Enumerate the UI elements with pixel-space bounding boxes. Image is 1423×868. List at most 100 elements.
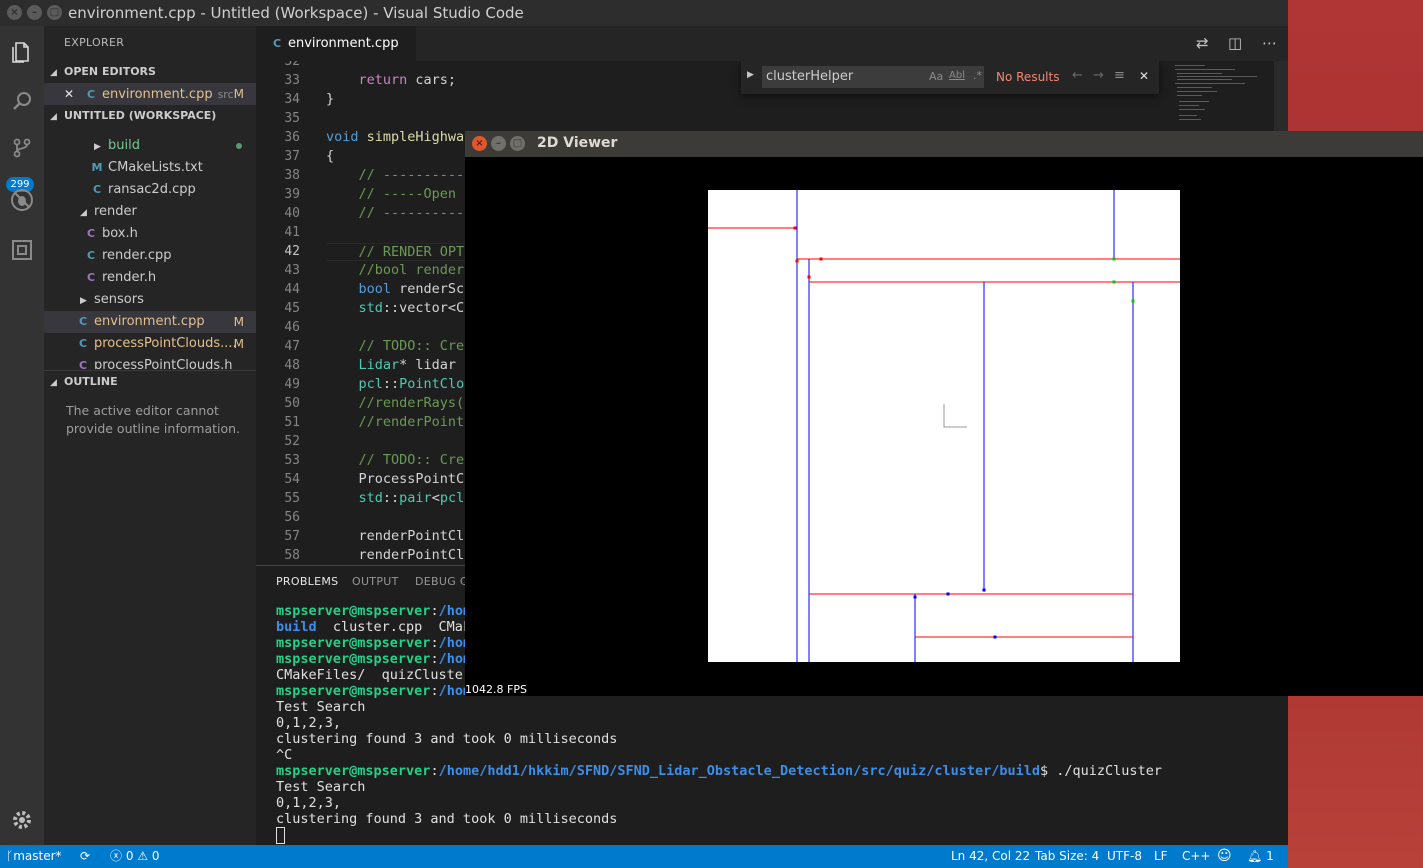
fps-counter: 1042.8 FPS — [465, 683, 527, 696]
cpp-file-icon: C — [86, 249, 96, 262]
code-line: // -----Open — [358, 186, 457, 202]
tree-item-label: processPointClouds.... — [94, 336, 237, 351]
data-point — [946, 592, 950, 596]
feedback-icon[interactable]: ☺ — [1217, 845, 1232, 868]
viewer-maximize-button[interactable]: □ — [510, 136, 525, 151]
line-number: 35 — [284, 111, 300, 126]
code-line: pcl::PointClo — [358, 376, 465, 392]
tree-item-render-h[interactable]: Crender.h — [44, 267, 256, 289]
language-mode[interactable]: C++ — [1182, 845, 1211, 868]
gear-icon[interactable] — [6, 804, 38, 836]
viewer-close-button[interactable]: × — [472, 136, 487, 151]
open-editor-item[interactable]: ✕ Cenvironment.cpp src M — [44, 83, 256, 105]
tree-item-label: box.h — [102, 226, 138, 241]
outline-message: The active editor cannot provide outline… — [66, 403, 241, 436]
code-line: } — [326, 91, 335, 107]
terminal-line: ^C — [276, 747, 293, 763]
viewer-title: 2D Viewer — [537, 135, 618, 151]
data-point — [1112, 280, 1116, 284]
tab-size[interactable]: Tab Size: 4 — [1035, 845, 1099, 868]
maximize-window-button[interactable]: □ — [47, 5, 62, 20]
terminal-line: Test Search — [276, 699, 366, 715]
data-point — [993, 635, 997, 639]
workspace-label: UNTITLED (WORKSPACE) — [64, 109, 217, 122]
open-editors-header[interactable]: ◢ OPEN EDITORS — [44, 61, 256, 83]
chevron-right-icon[interactable]: ▶ — [747, 70, 754, 80]
terminal-line: mspserver@mspserver:/hom — [276, 635, 472, 651]
tree-item-render-cpp[interactable]: Crender.cpp — [44, 245, 256, 267]
line-number: 54 — [284, 472, 300, 487]
tree-item-label: render.cpp — [102, 248, 172, 263]
previous-match-icon[interactable]: ← — [1072, 68, 1083, 83]
line-ending[interactable]: LF — [1154, 845, 1168, 868]
whole-word-toggle[interactable]: Abl — [949, 70, 965, 81]
find-result: No Results — [996, 70, 1060, 84]
outline-header[interactable]: ◢ OUTLINE — [44, 370, 256, 393]
close-window-button[interactable]: × — [7, 5, 22, 20]
open-editor-path: src — [217, 88, 234, 101]
terminal-line: clustering found 3 and took 0 millisecon… — [276, 811, 618, 827]
tree-item-ransac2d[interactable]: Cransac2d.cpp — [44, 179, 256, 201]
tree-item-processpointclouds-h[interactable]: CprocessPointClouds.h — [44, 355, 256, 369]
tab-problems[interactable]: PROBLEMS — [276, 575, 338, 588]
more-actions-icon[interactable]: ⋯ — [1262, 34, 1277, 52]
line-number: 33 — [284, 73, 300, 88]
code-line: std::pair<pcl — [358, 490, 465, 506]
next-match-icon[interactable]: → — [1093, 68, 1104, 83]
tree-item-render-folder[interactable]: ◢ render — [44, 201, 256, 223]
branch-indicator[interactable]: ᚴmaster* — [6, 845, 62, 868]
notifications[interactable]: 🔔︎ 1 — [1247, 845, 1274, 868]
debug-icon[interactable] — [6, 184, 38, 216]
data-point — [807, 275, 811, 279]
tree-item-cmakelists[interactable]: M CMakeLists.txt — [44, 157, 256, 179]
chevron-down-icon: ◢ — [80, 208, 87, 218]
code-line: renderPointCl — [326, 547, 465, 563]
header-file-icon: C — [86, 227, 96, 240]
problems-indicator[interactable]: ⓧ 0 ⚠ 0 — [110, 845, 160, 868]
find-in-selection-icon[interactable]: ≡ — [1114, 68, 1125, 83]
terminal-cursor — [276, 827, 285, 844]
line-number: 51 — [284, 415, 300, 430]
find-close-icon[interactable]: ✕ — [1139, 69, 1149, 83]
modified-badge: M — [233, 337, 244, 351]
line-number: 37 — [284, 149, 300, 164]
chevron-right-icon: ▶ — [80, 296, 87, 306]
extensions-icon[interactable] — [6, 234, 38, 266]
tree-item-sensors[interactable]: ▶ sensors — [44, 289, 256, 311]
line-number: 44 — [284, 282, 300, 297]
tab-environment-cpp[interactable]: Cenvironment.cpp ✕ — [256, 26, 416, 85]
line-number: 53 — [284, 453, 300, 468]
source-control-icon[interactable] — [6, 132, 38, 164]
data-point — [1112, 257, 1116, 261]
status-bar: ᚴmaster* ⟳ ⓧ 0 ⚠ 0 Ln 42, Col 22 Tab Siz… — [0, 845, 1288, 868]
sync-icon[interactable]: ⟳ — [80, 845, 90, 868]
split-editor-icon[interactable]: ◫ — [1228, 34, 1242, 52]
minimap[interactable] — [1171, 61, 1271, 131]
terminal-line: Test Search — [276, 779, 366, 795]
tree-item-build[interactable]: ▶ build — [44, 135, 256, 157]
minimize-window-button[interactable]: – — [27, 5, 42, 20]
close-icon[interactable]: ✕ — [64, 83, 84, 105]
viewer-canvas[interactable] — [465, 157, 1423, 696]
code-line: // TODO:: Cre — [358, 338, 465, 354]
find-widget: ▶ Aa Abl .* No Results ← → ≡ ✕ — [741, 61, 1159, 94]
tree-item-box-h[interactable]: Cbox.h — [44, 223, 256, 245]
cpp-file-icon: C — [272, 37, 282, 50]
match-case-toggle[interactable]: Aa — [929, 70, 943, 83]
tree-item-processpointclouds-cpp[interactable]: CprocessPointClouds.... M — [44, 333, 256, 355]
explorer-icon[interactable] — [6, 36, 38, 68]
workspace-header[interactable]: ◢ UNTITLED (WORKSPACE) — [44, 105, 256, 127]
line-number: 43 — [284, 263, 300, 278]
tab-output[interactable]: OUTPUT — [352, 575, 399, 588]
code-line: renderPointCl — [326, 528, 465, 544]
minimap-lines — [1175, 65, 1257, 120]
encoding[interactable]: UTF-8 — [1107, 845, 1142, 868]
viewer-minimize-button[interactable]: – — [491, 136, 506, 151]
cursor-position[interactable]: Ln 42, Col 22 — [951, 845, 1030, 868]
compare-changes-icon[interactable]: ⇄ — [1196, 34, 1209, 52]
tree-item-environment[interactable]: Cenvironment.cpp M — [44, 311, 256, 333]
search-icon[interactable] — [6, 85, 38, 117]
code-line: // ---------- — [358, 167, 465, 183]
regex-toggle[interactable]: .* — [973, 69, 982, 82]
outline-label: OUTLINE — [64, 375, 118, 388]
